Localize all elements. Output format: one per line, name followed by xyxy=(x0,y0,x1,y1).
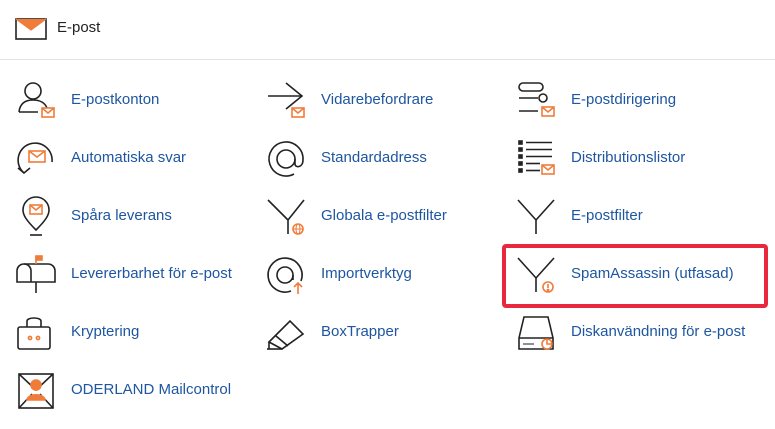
encryption-link[interactable]: Kryptering xyxy=(14,310,254,356)
import-tool-link[interactable]: Importverktyg xyxy=(264,252,504,298)
deliverability-link[interactable]: Levererbarhet för e-post xyxy=(14,252,254,298)
boxtrapper-icon xyxy=(267,319,305,350)
mailcontrol-icon xyxy=(18,373,54,409)
autoresponders-icon xyxy=(17,142,53,175)
deliverability-icon xyxy=(16,255,56,293)
highlight-box xyxy=(502,244,768,308)
envelope-icon xyxy=(15,18,47,40)
forwarders-icon xyxy=(268,82,305,118)
item-label: ODERLAND Mailcontrol xyxy=(71,381,232,398)
mailcontrol-link[interactable]: ODERLAND Mailcontrol xyxy=(14,368,254,414)
disk-usage-icon xyxy=(518,316,554,350)
mailing-lists-link[interactable]: Distributionslistor xyxy=(514,136,754,182)
item-label: Spåra leverans xyxy=(71,207,172,224)
mailing-lists-icon xyxy=(518,140,555,175)
email-routing-icon xyxy=(518,82,555,117)
encryption-icon xyxy=(17,317,51,350)
section-title: E-post xyxy=(57,19,101,36)
import-tool-icon xyxy=(267,257,303,294)
item-label: Importverktyg xyxy=(321,265,412,282)
autoresponders-link[interactable]: Automatiska svar xyxy=(14,136,254,182)
global-filters-link[interactable]: Globala e-postfilter xyxy=(264,194,504,240)
boxtrapper-link[interactable]: BoxTrapper xyxy=(264,310,504,356)
default-address-icon xyxy=(268,141,304,177)
global-filters-icon xyxy=(267,199,305,235)
email-filters-icon xyxy=(517,199,555,234)
item-label: Standardadress xyxy=(321,149,427,166)
item-label: BoxTrapper xyxy=(321,323,399,340)
track-delivery-link[interactable]: Spåra leverans xyxy=(14,194,254,240)
track-delivery-icon xyxy=(22,196,50,236)
item-label: Levererbarhet för e-post xyxy=(71,265,232,282)
email-accounts-icon xyxy=(18,82,55,118)
item-label: E-postkonton xyxy=(71,91,160,108)
item-label: Globala e-postfilter xyxy=(321,207,447,224)
item-label: Distributionslistor xyxy=(571,149,686,166)
item-label: Vidarebefordrare xyxy=(321,91,434,108)
item-label: E-postdirigering xyxy=(571,91,677,108)
item-label: E-postfilter xyxy=(571,207,643,224)
disk-usage-link[interactable]: Diskanvändning för e-post xyxy=(514,310,754,356)
default-address-link[interactable]: Standardadress xyxy=(264,136,504,182)
item-label: Diskanvändning för e-post xyxy=(571,323,746,340)
email-section-header: E-post xyxy=(0,0,775,60)
email-filters-link[interactable]: E-postfilter xyxy=(514,194,754,240)
forwarders-link[interactable]: Vidarebefordrare xyxy=(264,78,504,124)
item-label: Automatiska svar xyxy=(71,149,187,166)
email-accounts-link[interactable]: E-postkonton xyxy=(14,78,254,124)
item-label: Kryptering xyxy=(71,323,140,340)
email-routing-link[interactable]: E-postdirigering xyxy=(514,78,754,124)
